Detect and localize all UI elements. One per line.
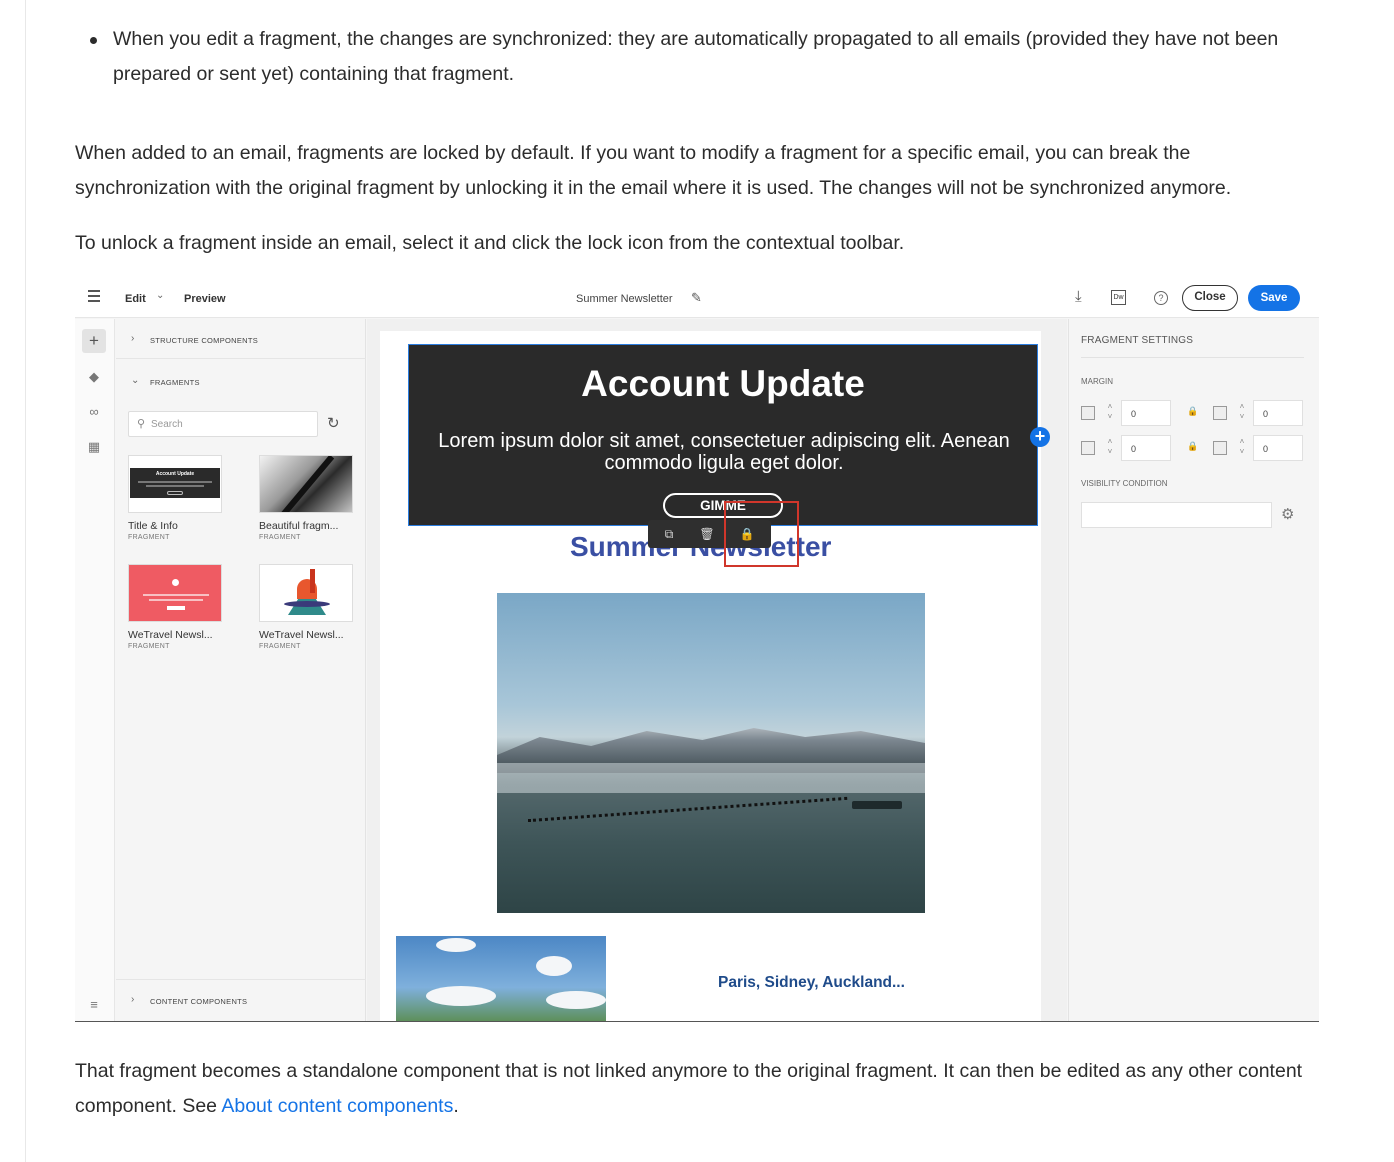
save-button[interactable]: Save (1248, 285, 1300, 311)
section-label: STRUCTURE COMPONENTS (150, 336, 259, 345)
edit-tab[interactable]: Edit (125, 293, 146, 305)
margin-row-horizontal: ˄ ˅ 0 🔒 ˄ ˅ 0 (1081, 435, 1306, 461)
sky-image[interactable] (396, 936, 606, 1021)
add-icon[interactable]: + (82, 329, 106, 353)
stepper-icon[interactable]: ˄ ˅ (1235, 402, 1249, 422)
fragment-search-input[interactable]: ⚲ Search (128, 411, 318, 437)
stepper-icon[interactable]: ˄ ˅ (1103, 437, 1117, 457)
fragment-card[interactable]: WeTravel Newsl... FRAGMENT (259, 564, 353, 650)
fragment-type: FRAGMENT (259, 534, 301, 541)
lock-icon[interactable]: 🔒 (1187, 406, 1198, 417)
hamburger-menu-icon[interactable] (88, 290, 100, 305)
cities-text[interactable]: Paris, Sidney, Auckland... (718, 974, 905, 992)
components-panel: › STRUCTURE COMPONENTS ⌄ FRAGMENTS ⚲ Sea… (116, 319, 366, 1021)
visibility-label: VISIBILITY CONDITION (1081, 479, 1168, 488)
margin-left-icon (1081, 441, 1095, 455)
layers-icon[interactable]: ◆ (82, 365, 106, 389)
chevron-down-icon[interactable]: ⌄ (156, 290, 164, 301)
fragment-thumbnail (259, 564, 353, 622)
delete-icon[interactable]: 🗑 (698, 525, 716, 543)
fragment-body-text: Lorem ipsum dolor sit amet, consectetuer… (438, 430, 1010, 474)
tool-rail: + ◆ ∞ ▦ ≡ (75, 319, 115, 1021)
email-title: Summer Newsletter (576, 293, 673, 305)
paragraph-standalone: That fragment becomes a standalone compo… (75, 1054, 1335, 1124)
email-canvas: Account Update Lorem ipsum dolor sit ame… (367, 319, 1067, 1021)
search-placeholder: Search (151, 419, 183, 430)
fragment-card[interactable]: Account Update Title & Info FRAGMENT (128, 455, 222, 541)
duplicate-icon[interactable]: ⧉ (660, 525, 678, 543)
bullet-item: When you edit a fragment, the changes ar… (90, 22, 1310, 92)
stepper-icon[interactable]: ˄ ˅ (1235, 437, 1249, 457)
email-body: Account Update Lorem ipsum dolor sit ame… (380, 331, 1050, 1021)
divider (1081, 357, 1304, 358)
editor-screenshot: Edit ⌄ Preview Summer Newsletter ✎ ⤓ Dw … (75, 280, 1319, 1022)
fragment-type: FRAGMENT (128, 534, 170, 541)
section-label: FRAGMENTS (150, 378, 200, 387)
paragraph-end: . (453, 1095, 459, 1117)
fragments-section[interactable]: ⌄ FRAGMENTS (116, 361, 366, 401)
paragraph-locked-default: When added to an email, fragments are lo… (75, 142, 1232, 199)
lake-image[interactable] (497, 593, 925, 913)
fragment-card[interactable]: WeTravel Newsl... FRAGMENT (128, 564, 222, 650)
chevron-right-icon: › (131, 994, 135, 1005)
close-button[interactable]: Close (1182, 285, 1238, 311)
lock-icon[interactable]: 🔒 (1187, 441, 1198, 452)
stepper-icon[interactable]: ˄ ˅ (1103, 402, 1117, 422)
add-component-icon[interactable]: + (1030, 427, 1050, 447)
fragment-thumbnail: Account Update (128, 455, 222, 513)
fragment-thumbnail (259, 455, 353, 513)
section-label: CONTENT COMPONENTS (150, 997, 248, 1006)
search-icon: ⚲ (137, 418, 146, 430)
link-icon[interactable]: ∞ (82, 400, 106, 424)
bullet-text: When you edit a fragment, the changes ar… (113, 28, 1279, 85)
margin-top-field[interactable]: 0 (1121, 400, 1171, 426)
preview-tab[interactable]: Preview (184, 293, 226, 305)
fragment-type: FRAGMENT (259, 643, 301, 650)
margin-right-icon (1213, 441, 1227, 455)
margin-label: MARGIN (1081, 377, 1113, 386)
thumbnail-title: Account Update (155, 471, 195, 477)
editor-topbar: Edit ⌄ Preview Summer Newsletter ✎ ⤓ Dw … (75, 280, 1319, 318)
settings-heading: FRAGMENT SETTINGS (1081, 335, 1194, 346)
margin-bottom-icon (1213, 406, 1227, 420)
margin-bottom-field[interactable]: 0 (1253, 400, 1303, 426)
navigation-tree-icon[interactable]: ≡ (82, 993, 106, 1017)
selected-fragment[interactable]: Account Update Lorem ipsum dolor sit ame… (408, 344, 1050, 526)
fragment-name: WeTravel Newsl... (128, 629, 213, 641)
fragment-thumbnail (128, 564, 222, 622)
fragment-title: Account Update (581, 363, 865, 404)
bullet-dot (90, 37, 97, 44)
fragment-name: Beautiful fragm... (259, 520, 339, 532)
refresh-icon[interactable]: ↻ (327, 414, 340, 432)
fragment-name: WeTravel Newsl... (259, 629, 344, 641)
fragment-type: FRAGMENT (128, 643, 170, 650)
paragraph-unlock-instructions: To unlock a fragment inside an email, se… (75, 232, 905, 254)
gear-icon[interactable]: ⚙ (1281, 505, 1294, 523)
help-icon[interactable]: ? (1154, 291, 1168, 305)
margin-left-field[interactable]: 0 (1121, 435, 1171, 461)
margin-top-icon (1081, 406, 1095, 420)
assets-icon[interactable]: ▦ (82, 435, 106, 459)
dreamweaver-icon[interactable]: Dw (1111, 290, 1126, 305)
content-components-section[interactable]: › CONTENT COMPONENTS (116, 979, 366, 1019)
lock-highlight-box (724, 501, 799, 567)
fragment-card[interactable]: Beautiful fragm... FRAGMENT (259, 455, 353, 541)
fragment-name: Title & Info (128, 520, 178, 532)
structure-components-section[interactable]: › STRUCTURE COMPONENTS (116, 319, 366, 359)
margin-row-vertical: ˄ ˅ 0 🔒 ˄ ˅ 0 (1081, 400, 1306, 426)
download-icon[interactable]: ⤓ (1075, 288, 1082, 305)
fragment-settings-panel: FRAGMENT SETTINGS MARGIN ˄ ˅ 0 🔒 ˄ ˅ 0 ˄ ˅ … (1068, 319, 1319, 1021)
chevron-right-icon: › (131, 333, 135, 344)
visibility-condition-field[interactable] (1081, 502, 1272, 528)
about-content-components-link[interactable]: About content components (221, 1095, 453, 1117)
page-left-rule (25, 0, 26, 1162)
margin-right-field[interactable]: 0 (1253, 435, 1303, 461)
edit-title-icon[interactable]: ✎ (691, 290, 702, 306)
chevron-down-icon: ⌄ (131, 375, 140, 386)
